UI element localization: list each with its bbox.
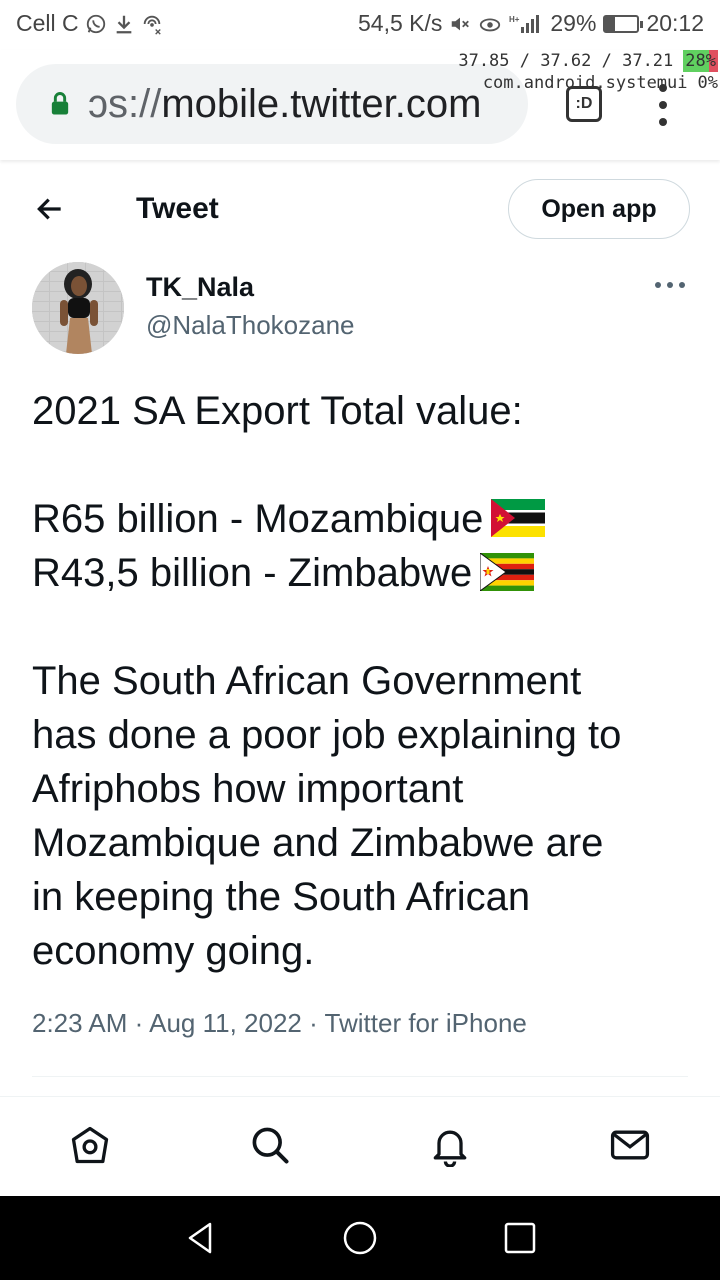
tweet-author: TK_Nala @NalaThokozane: [0, 262, 720, 357]
back-triangle-icon[interactable]: [180, 1218, 220, 1258]
download-icon: [113, 13, 135, 35]
whatsapp-icon: [85, 13, 107, 35]
cpu-percent: 28%: [683, 50, 718, 72]
page-title: Tweet: [136, 192, 219, 225]
back-arrow-icon[interactable]: [34, 193, 66, 225]
separator: ·: [309, 1008, 318, 1038]
battery-percent: 29%: [550, 10, 597, 36]
url-bar[interactable]: ɔs://mobile.twitter.com: [16, 64, 528, 144]
process-cpu: 0%: [697, 73, 718, 93]
tweet-line: in keeping the South African: [32, 875, 531, 919]
mozambique-flag-icon: [491, 499, 546, 538]
process-name: com.android.systemui: [482, 73, 688, 93]
net-speed: 54,5 K/s: [358, 10, 443, 36]
tweet-line-zimbabwe: R43,5 billion - Zimbabwe: [32, 546, 692, 600]
tweet-line: has done a poor job explaining to: [32, 713, 622, 757]
url-host: mobile.twitter.com: [161, 81, 482, 126]
tweet-header: Tweet Open app: [0, 175, 720, 245]
zimbabwe-flag-icon: [480, 553, 535, 592]
tweet-line: economy going.: [32, 929, 315, 973]
lock-icon: [51, 92, 69, 115]
author-handle[interactable]: @NalaThokozane: [146, 310, 355, 341]
tweet-text: 2021 SA Export Total value: R65 billion …: [32, 384, 692, 978]
bottom-nav: [0, 1096, 720, 1196]
notifications-bell-icon[interactable]: [428, 1123, 472, 1167]
tweet-line: Afriphobs how important: [32, 767, 464, 811]
system-navigation-bar: [0, 1196, 720, 1280]
svg-text:H+: H+: [509, 15, 520, 24]
tweet-meta: 2:23 AM · Aug 11, 2022 · Twitter for iPh…: [32, 1008, 527, 1039]
author-name[interactable]: TK_Nala: [146, 272, 254, 303]
recents-square-icon[interactable]: [500, 1218, 540, 1258]
avatar[interactable]: [32, 262, 124, 354]
battery-icon: [603, 14, 644, 33]
tweet-date[interactable]: Aug 11, 2022: [149, 1008, 302, 1038]
more-options-icon[interactable]: [655, 282, 685, 292]
tweet-line-mozambique: R65 billion - Mozambique: [32, 492, 692, 546]
tweet-line: Mozambique and Zimbabwe are: [32, 821, 604, 865]
search-icon[interactable]: [248, 1123, 292, 1167]
separator: ·: [134, 1008, 144, 1038]
home-circle-icon[interactable]: [340, 1218, 380, 1258]
tweet-source[interactable]: Twitter for iPhone: [325, 1008, 527, 1038]
signal-icon: H+: [509, 13, 543, 35]
home-icon[interactable]: [68, 1123, 112, 1167]
tweet-time[interactable]: 2:23 AM: [32, 1008, 127, 1038]
eye-comfort-icon: [478, 13, 502, 35]
hotspot-icon: [141, 13, 163, 35]
url-text: ɔs://mobile.twitter.com: [88, 82, 481, 127]
carrier-label: Cell C: [16, 10, 79, 36]
tweet-line: The South African Government: [32, 659, 582, 703]
mute-icon: [449, 13, 471, 35]
load-average: 37.85 / 37.62 / 37.21: [458, 51, 674, 71]
status-bar: Cell C 54,5 K/s H+ 29% 20:12: [0, 0, 720, 50]
divider: [32, 1076, 688, 1077]
cpu-overlay: 37.85 / 37.62 / 37.21 28% com.android.sys…: [458, 50, 718, 94]
tweet-line: 2021 SA Export Total value:: [32, 389, 523, 433]
open-app-button[interactable]: Open app: [508, 179, 690, 239]
messages-envelope-icon[interactable]: [608, 1123, 652, 1167]
clock: 20:12: [646, 10, 704, 36]
url-scheme: ɔs://: [88, 81, 162, 126]
